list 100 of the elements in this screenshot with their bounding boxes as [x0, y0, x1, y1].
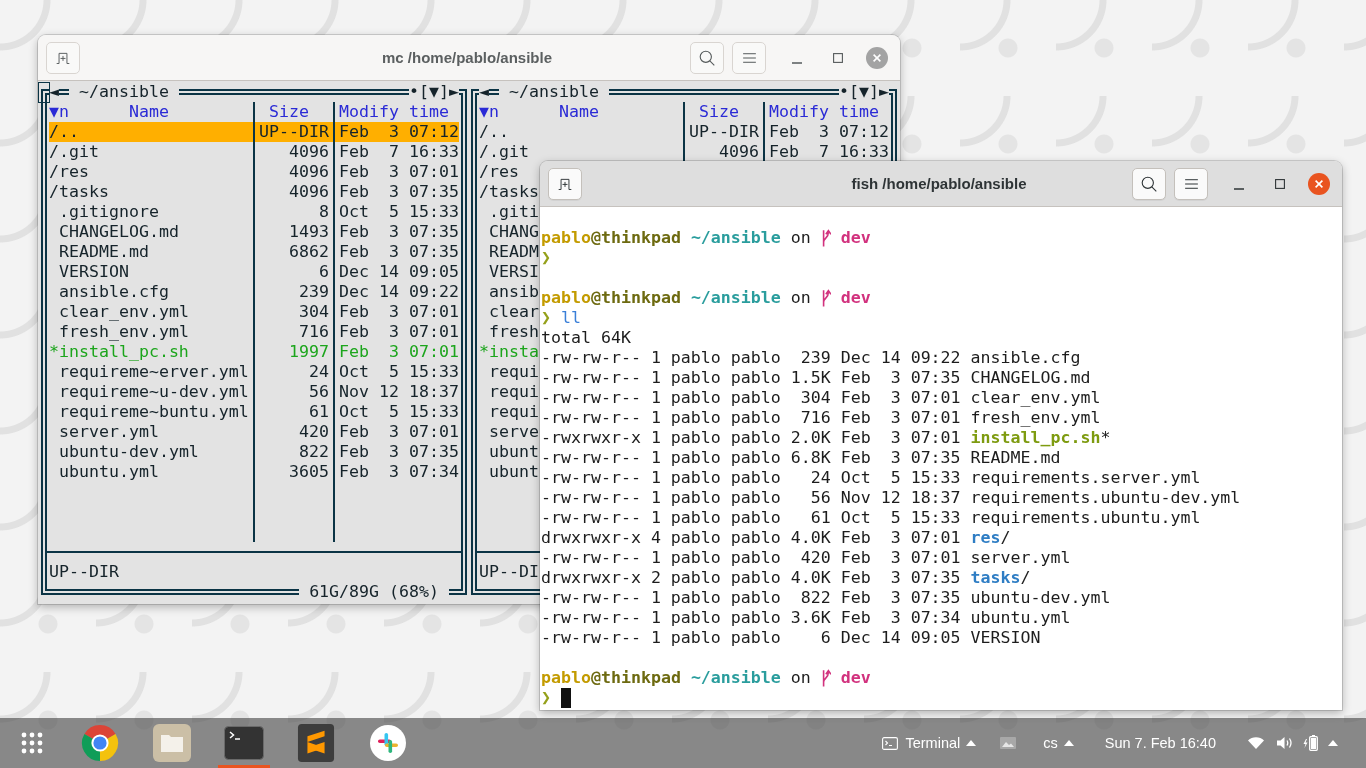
file-row[interactable]: /.. UP--DIR Feb 3 07:12: [49, 122, 459, 142]
close-button[interactable]: [1308, 172, 1330, 195]
file-info: -rw-rw-r-- 1 pablo pablo 822 Feb 3 07:35: [541, 588, 961, 608]
file-name: ansible.cfg: [970, 348, 1081, 368]
file-name: *insta: [479, 342, 539, 361]
file-info: -rw-rw-r-- 1 pablo pablo 3.6K Feb 3 07:34: [541, 608, 961, 628]
file-info: -rw-rw-r-- 1 pablo pablo 56 Nov 12 18:37: [541, 488, 961, 508]
dropdown-button[interactable]: [▼]: [849, 82, 879, 102]
sort-indicator[interactable]: ▼n: [479, 102, 559, 122]
file-name: fresh: [489, 322, 539, 341]
file-name: /.git: [479, 142, 529, 161]
file-row[interactable]: ubuntu-dev.yml 822 Feb 3 07:35: [49, 442, 459, 462]
menu-button[interactable]: [1174, 167, 1208, 200]
branch-icon: [820, 229, 831, 247]
file-row[interactable]: /res 4096 Feb 3 07:01: [49, 162, 459, 182]
type-suffix: *: [1100, 428, 1111, 448]
file-name: README.md: [59, 242, 149, 261]
dropdown-button[interactable]: [▼]: [419, 82, 449, 102]
file-size: 6862: [289, 242, 329, 261]
type-suffix: /: [1000, 528, 1011, 548]
battery-icon: [1303, 735, 1318, 751]
search-button[interactable]: [690, 41, 724, 74]
file-row[interactable]: CHANGELOG.md 1493 Feb 3 07:35: [49, 222, 459, 242]
file-row[interactable]: .gitignore 8 Oct 5 15:33: [49, 202, 459, 222]
prompt-text: on: [790, 228, 811, 248]
close-button[interactable]: [866, 46, 888, 69]
file-info: -rw-rw-r-- 1 pablo pablo 304 Feb 3 07:01: [541, 388, 961, 408]
file-name: .giti: [489, 202, 539, 221]
branch-icon: [820, 669, 831, 687]
file-name: requi: [489, 362, 539, 381]
file-date: Feb 7 16:33: [339, 142, 459, 161]
keyboard-layout-button[interactable]: cs: [1043, 735, 1074, 751]
file-name: requirements.ubuntu-dev.yml: [970, 488, 1241, 508]
image-icon[interactable]: [1000, 737, 1017, 749]
file-row[interactable]: clear_env.yml 304 Feb 3 07:01: [49, 302, 459, 322]
prompt-host: @thinkpad: [590, 228, 681, 248]
file-date: Nov 12 18:37: [339, 382, 459, 401]
prompt-symbol: ❯: [541, 248, 551, 268]
app-menu-button[interactable]: Terminal: [882, 735, 977, 751]
search-icon: [699, 49, 715, 66]
file-name: ubuntu-dev.yml: [59, 442, 199, 461]
file-info: -rw-rw-r-- 1 pablo pablo 6 Dec 14 09:05: [541, 628, 961, 648]
file-date: Feb 3 07:01: [339, 422, 459, 441]
file-name: server.yml: [970, 548, 1071, 568]
wifi-icon: [1248, 737, 1264, 749]
file-size: 822: [299, 442, 329, 461]
status-text: UP--DI: [479, 562, 539, 581]
column-header[interactable]: Size: [699, 102, 739, 121]
file-row[interactable]: requireme~erver.yml 24 Oct 5 15:33: [49, 362, 459, 382]
file-name: requireme~erver.yml: [59, 362, 249, 381]
file-row[interactable]: /.git 4096 Feb 7 16:33: [49, 142, 459, 162]
file-row[interactable]: requireme~buntu.yml 61 Oct 5 15:33: [49, 402, 459, 422]
file-name: requi: [489, 382, 539, 401]
file-name: VERSION: [970, 628, 1041, 648]
column-header[interactable]: Size: [269, 102, 309, 121]
prompt-text: on: [790, 288, 811, 308]
branch-name: dev: [840, 228, 871, 248]
file-row[interactable]: VERSION 6 Dec 14 09:05: [49, 262, 459, 282]
command-text: ll: [561, 308, 581, 328]
column-header[interactable]: Name: [559, 102, 599, 122]
new-tab-button[interactable]: [46, 41, 80, 74]
maximize-icon: [1275, 178, 1285, 189]
file-size: 4096: [289, 162, 329, 181]
file-name: clear_env.yml: [970, 388, 1101, 408]
sort-indicator[interactable]: ▼n: [49, 102, 129, 122]
file-name: requireme~buntu.yml: [59, 402, 249, 421]
file-row[interactable]: ubuntu.yml 3605 Feb 3 07:34: [49, 462, 459, 482]
file-row[interactable]: /tasks 4096 Feb 3 07:35: [49, 182, 459, 202]
window-title: mc /home/pablo/ansible: [381, 49, 552, 66]
file-date: Oct 5 15:33: [339, 402, 459, 421]
file-row[interactable]: fresh_env.yml 716 Feb 3 07:01: [49, 322, 459, 342]
menu-button[interactable]: [732, 41, 766, 74]
file-date: Oct 5 15:33: [339, 362, 459, 381]
file-date: Feb 3 07:01: [339, 322, 459, 341]
new-tab-button[interactable]: [548, 167, 582, 200]
disk-usage: 61G/89G (68%): [309, 582, 439, 601]
file-date: Feb 3 07:35: [339, 442, 459, 461]
new-tab-icon: [558, 177, 572, 190]
file-date: Feb 3 07:01: [339, 342, 459, 361]
column-header[interactable]: Modify time: [769, 102, 879, 121]
file-row[interactable]: ansible.cfg 239 Dec 14 09:22: [49, 282, 459, 302]
file-row[interactable]: server.yml 420 Feb 3 07:01: [49, 422, 459, 442]
file-name: serve: [489, 422, 539, 441]
type-suffix: /: [1020, 568, 1031, 588]
file-size: 1997: [289, 342, 329, 361]
file-name: /.git: [49, 142, 99, 161]
prompt-path: ~/ansible: [690, 668, 781, 688]
clock-button[interactable]: Sun 7. Feb 16:40: [1104, 735, 1216, 751]
column-header[interactable]: Modify time: [339, 102, 449, 121]
file-row[interactable]: requireme~u-dev.yml 56 Nov 12 18:37: [49, 382, 459, 402]
file-size: 716: [299, 322, 329, 341]
file-name: READM: [489, 242, 539, 261]
file-date: Feb 3 07:35: [339, 222, 459, 241]
system-menu-button[interactable]: [1248, 735, 1338, 751]
prompt-text: on: [790, 668, 811, 688]
file-row[interactable]: README.md 6862 Feb 3 07:35: [49, 242, 459, 262]
search-button[interactable]: [1132, 167, 1166, 200]
column-header[interactable]: Name: [129, 102, 169, 122]
output-text: total 64K: [541, 328, 631, 348]
prompt-user: pablo: [541, 668, 591, 688]
